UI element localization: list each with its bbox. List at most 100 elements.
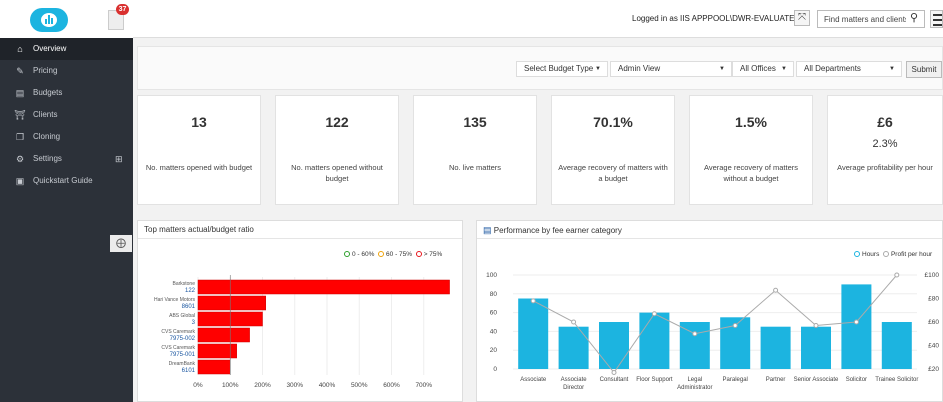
settings-icon: ⚙ xyxy=(15,154,25,164)
logo-mark xyxy=(41,13,57,27)
x-tick-label: Consultant xyxy=(600,377,629,383)
panel-title: Top matters actual/budget ratio xyxy=(138,221,462,239)
kpi-value: 70.1% xyxy=(593,114,633,130)
sidebar-item-budgets[interactable]: ▤ Budgets xyxy=(0,82,133,104)
profit-point xyxy=(651,311,657,317)
chevron-down-icon: ▼ xyxy=(889,66,895,72)
kpi-card: 13 No. matters opened with budget xyxy=(137,95,261,205)
y-tick-label: 80 xyxy=(490,291,498,298)
matter-link: 122 xyxy=(185,288,196,294)
y-tick-label: 100 xyxy=(486,272,497,279)
hours-bar xyxy=(599,322,629,369)
user-menu[interactable]: Logged in as IIS APPPOOL\DWR-EVALUATE ▾ xyxy=(632,14,801,23)
fullscreen-icon[interactable]: ⤧ xyxy=(794,10,810,26)
profit-point xyxy=(853,319,859,325)
app-logo[interactable] xyxy=(30,8,68,32)
profit-point xyxy=(732,323,738,329)
budget-type-value: Select Budget Type xyxy=(524,64,594,73)
top-bar: 37 Logged in as IIS APPPOOL\DWR-EVALUATE… xyxy=(0,0,943,38)
copy-icon: ❐ xyxy=(15,132,25,142)
kpi-value: £6 xyxy=(877,114,893,130)
top-matters-panel: Top matters actual/budget ratio 0 - 60% … xyxy=(137,220,463,402)
sidebar-item-cloning[interactable]: ❐ Cloning xyxy=(0,126,133,148)
sidebar-item-clients[interactable]: ⛩ Clients xyxy=(0,104,133,126)
departments-value: All Departments xyxy=(804,64,861,73)
menu-icon[interactable] xyxy=(930,10,943,28)
search-icon[interactable]: ⚲ xyxy=(910,11,918,24)
kpi-subvalue: 2.3% xyxy=(872,138,898,150)
hours-bar xyxy=(841,284,872,369)
matter-link: 7975-001 xyxy=(170,352,196,358)
chart-bar xyxy=(197,295,266,311)
x-tick-label: Paralegal xyxy=(723,377,748,383)
profit-point xyxy=(813,323,819,329)
panel-title-text: Performance by fee earner category xyxy=(493,226,622,235)
departments-select[interactable]: All Departments ▼ xyxy=(796,61,902,77)
x-tick-label: Administrator xyxy=(677,385,712,391)
hours-bar xyxy=(558,326,589,369)
sidebar-item-label: Cloning xyxy=(33,132,61,141)
category-label: Barkstone xyxy=(172,281,195,287)
category-label: ABS Global xyxy=(169,313,195,319)
tick-label: 600% xyxy=(383,382,400,389)
sidebar-item-settings[interactable]: ⚙ Settings ⊞ xyxy=(0,148,133,170)
chevron-down-icon: ▼ xyxy=(595,66,601,72)
matter-link: 3 xyxy=(192,320,196,326)
y-tick-label: 0 xyxy=(493,366,497,373)
x-tick-label: Director xyxy=(563,385,584,391)
kpi-label: Average profitability per hour xyxy=(837,163,933,172)
kpi-card: 135 No. live matters xyxy=(413,95,537,205)
filter-bar: Select Budget Type ▼ Admin View ▼ All Offi… xyxy=(137,46,943,90)
bank-icon: ⛩ xyxy=(14,110,26,120)
y2-tick-label: £60 xyxy=(928,319,939,326)
sidebar-item-label: Pricing xyxy=(33,66,58,75)
hours-bar xyxy=(518,298,549,369)
collapse-sidebar-icon[interactable]: ⨁ xyxy=(110,235,132,252)
x-tick-label: Legal xyxy=(687,377,702,383)
x-tick-label: Solicitor xyxy=(846,377,867,383)
notification-badge: 37 xyxy=(116,4,129,15)
sidebar-item-overview[interactable]: ⌂ Overview xyxy=(0,38,133,60)
bar-chart-icon: ▤ xyxy=(15,88,25,98)
y2-tick-label: £80 xyxy=(928,296,939,303)
category-label: CVS Caremark xyxy=(161,345,195,351)
y2-tick-label: £20 xyxy=(928,366,939,373)
hours-bar xyxy=(639,312,670,369)
kpi-label: No. live matters xyxy=(448,163,502,172)
submit-button[interactable]: Submit xyxy=(906,61,942,78)
kpi-value: 122 xyxy=(325,114,349,130)
tick-label: 100% xyxy=(222,382,239,389)
category-label: DreamBank xyxy=(169,361,196,367)
budget-type-select[interactable]: Select Budget Type ▼ xyxy=(516,61,608,77)
matter-link: 6101 xyxy=(182,368,196,374)
kpi-value: 135 xyxy=(463,114,487,130)
view-value: Admin View xyxy=(618,64,661,73)
performance-panel: ▤ Performance by fee earner category Hou… xyxy=(476,220,943,402)
expand-icon[interactable]: ⊞ xyxy=(115,148,123,170)
chevron-down-icon: ▼ xyxy=(719,66,725,72)
view-select[interactable]: Admin View ▼ xyxy=(610,61,732,77)
tick-label: 400% xyxy=(319,382,336,389)
y-tick-label: 60 xyxy=(490,310,498,317)
search-input[interactable] xyxy=(817,10,925,28)
matter-link: 7975-002 xyxy=(170,336,196,342)
offices-select[interactable]: All Offices ▼ xyxy=(732,61,794,77)
sidebar-item-quickstart-guide[interactable]: ▣ Quickstart Guide xyxy=(0,170,133,192)
x-tick-label: Senior Associate xyxy=(794,377,839,383)
chart-bar xyxy=(197,327,250,343)
kpi-card: 70.1% Average recovery of matters with a… xyxy=(551,95,675,205)
sidebar-item-pricing[interactable]: ✎ Pricing xyxy=(0,60,133,82)
main-content: Select Budget Type ▼ Admin View ▼ All Offi… xyxy=(133,38,943,402)
tick-label: 300% xyxy=(286,382,303,389)
matter-link: 8601 xyxy=(182,304,196,310)
chart-bar xyxy=(197,343,237,359)
y-tick-label: 40 xyxy=(490,328,498,335)
sidebar-item-label: Overview xyxy=(33,44,67,53)
chevron-down-icon: ▼ xyxy=(781,66,787,72)
kpi-label: Average recovery of matters without a bu… xyxy=(703,163,799,183)
hours-bar xyxy=(881,322,912,369)
category-label: CVS Caremark xyxy=(161,329,195,335)
bar-chart-icon: ▤ xyxy=(483,225,492,235)
chart-bar xyxy=(197,359,231,375)
offices-value: All Offices xyxy=(740,64,776,73)
